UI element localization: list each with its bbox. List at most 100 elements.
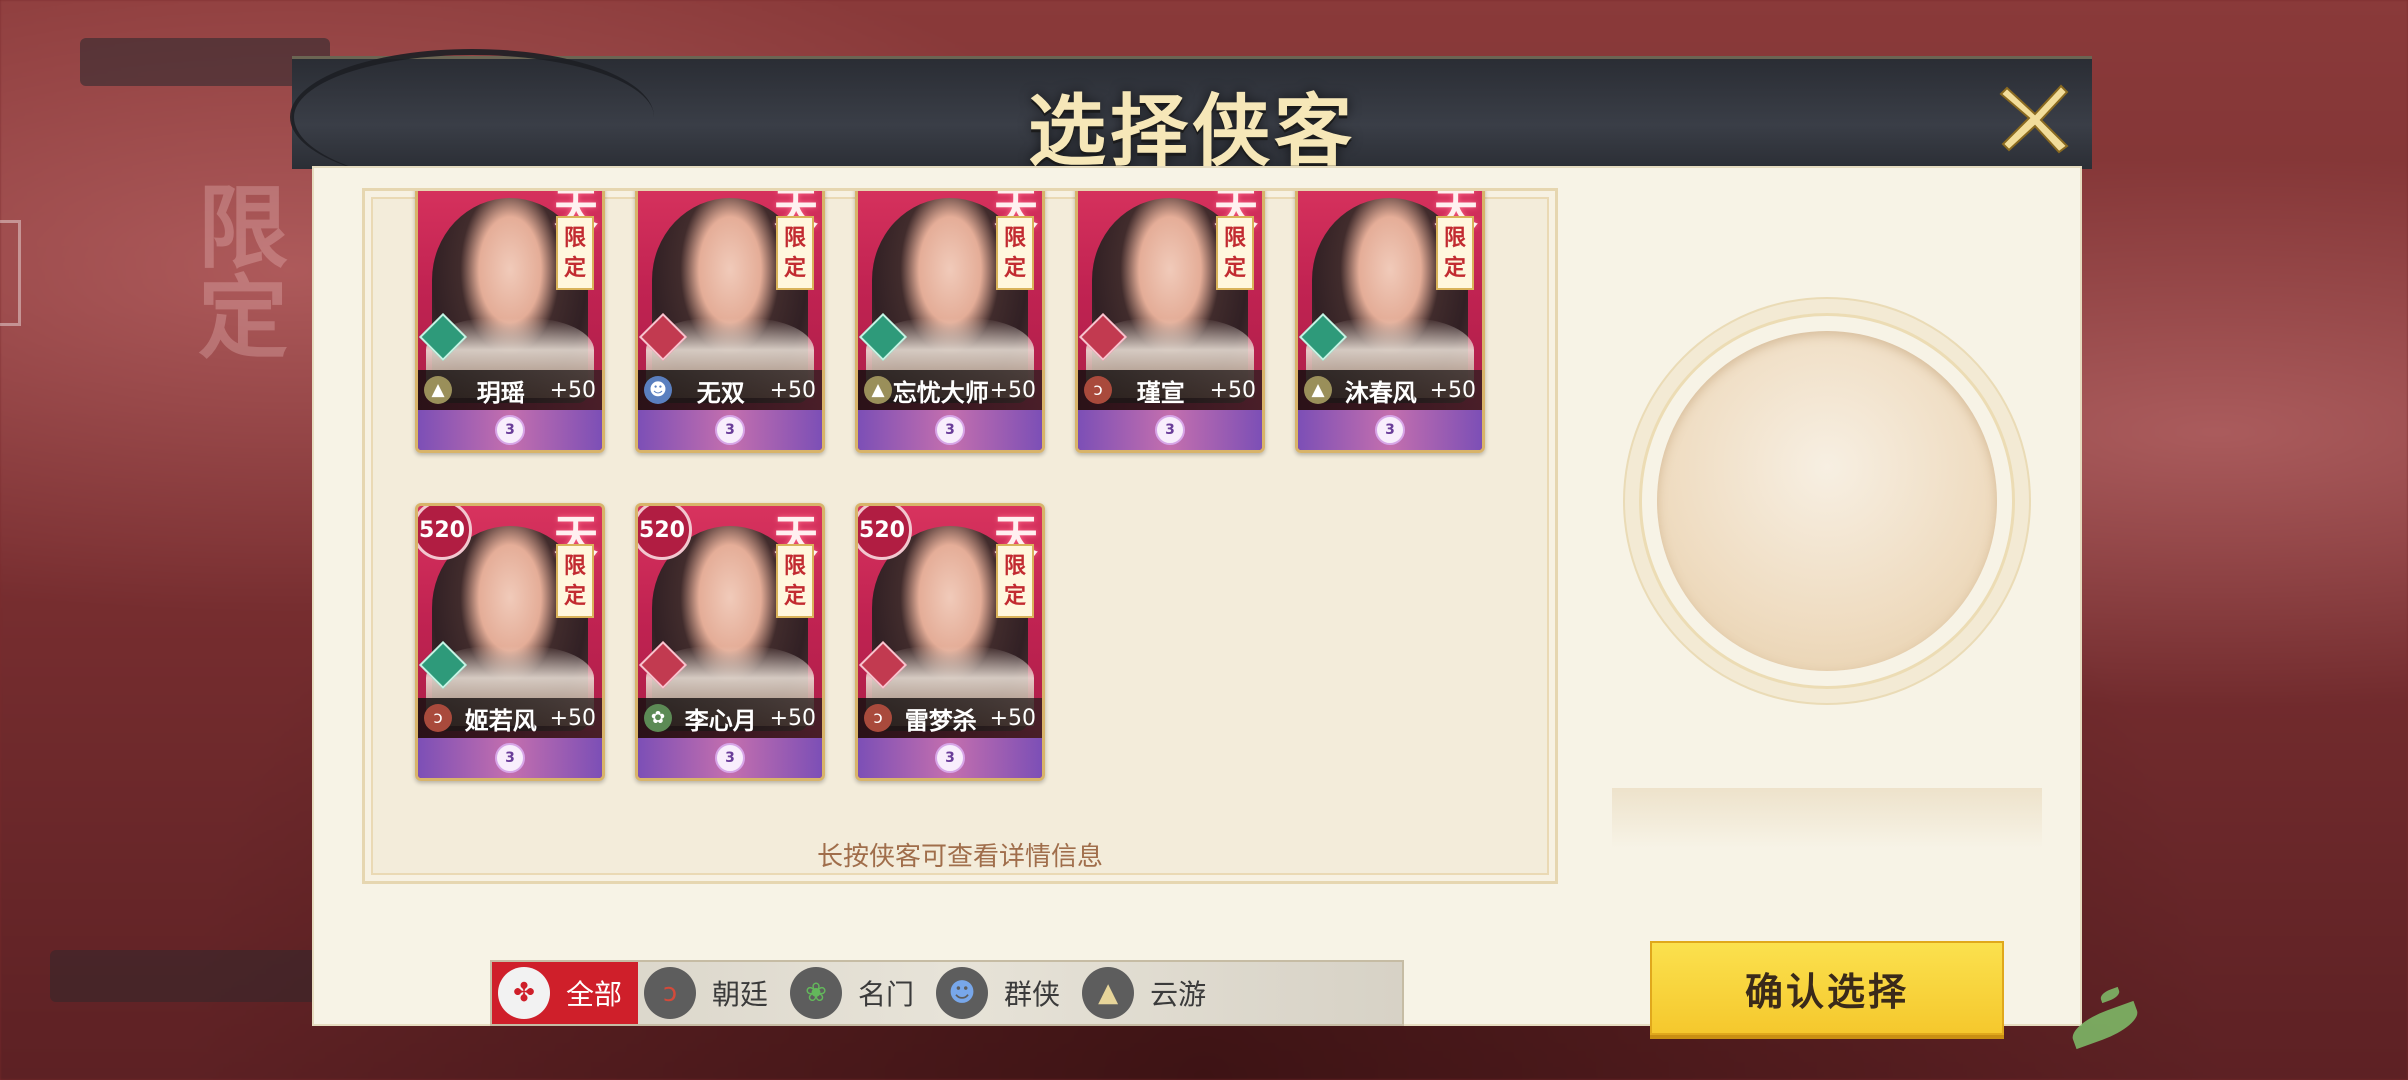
- star-count: 3: [495, 743, 525, 773]
- limited-badge: 限 定: [556, 544, 594, 618]
- faction-icon: ▲: [424, 376, 452, 404]
- limited-char: 限: [563, 553, 586, 579]
- star-count: 3: [495, 415, 525, 445]
- limited-badge: 限 定: [556, 216, 594, 290]
- hero-card[interactable]: 天 限 定 ▲ 忘忧大师 +50 3: [855, 191, 1045, 453]
- hero-card[interactable]: 天 限 定 ▲ 玥瑶 +50 3: [415, 191, 605, 453]
- faction-icon: ↄ: [424, 704, 452, 732]
- limited-char: 定: [563, 583, 586, 609]
- limited-char: 定: [1223, 255, 1246, 281]
- limited-char: 定: [1443, 255, 1466, 281]
- faction-icon: ✿: [644, 704, 672, 732]
- star-rank-bar: 3: [1078, 410, 1262, 450]
- background-decoration: 限定: [182, 180, 288, 360]
- hero-name: 沐春风: [1344, 378, 1417, 407]
- faction-icon: ▲: [864, 376, 892, 404]
- hero-list-panel[interactable]: 天 限 定 ▲ 玥瑶 +50 3 天 限 定 ☻ 无双 +50 3 天 限 定 …: [362, 188, 1558, 884]
- hero-card[interactable]: 天 限 定 ▲ 沐春风 +50 3: [1295, 191, 1485, 453]
- star-count: 3: [1155, 415, 1185, 445]
- hero-nameplate: ↄ 瑾宣 +50: [1078, 370, 1262, 410]
- star-rank-bar: 3: [638, 410, 822, 450]
- filter-label: 名门: [858, 978, 915, 1011]
- filter-tab-ming[interactable]: ❀ 名门: [784, 962, 930, 1024]
- hero-card[interactable]: 天 520 限 定 ✿ 李心月 +50 3: [635, 503, 825, 781]
- limited-char: 定: [783, 583, 806, 609]
- filter-tab-qun[interactable]: ☻ 群侠: [930, 962, 1076, 1024]
- background-panel: [50, 950, 330, 1002]
- preview-pedestal: [1612, 788, 2042, 848]
- hero-nameplate: ▲ 沐春风 +50: [1298, 370, 1482, 410]
- hero-grid: 天 限 定 ▲ 玥瑶 +50 3 天 限 定 ☻ 无双 +50 3 天 限 定 …: [365, 191, 1555, 881]
- hero-bonus: +50: [769, 705, 816, 731]
- limited-char: 定: [563, 255, 586, 281]
- hero-name: 瑾宣: [1136, 378, 1185, 407]
- faction-icon: ☻: [644, 376, 672, 404]
- star-rank-bar: 3: [418, 738, 602, 778]
- all-faction-icon: ✤: [498, 967, 550, 1019]
- faction-filter-bar: ✤ 全部 ↄ 朝廷 ❀ 名门 ☻ 群侠 ▲ 云游: [490, 960, 1404, 1026]
- filter-label: 全部: [566, 978, 623, 1011]
- dialog-body: 天 限 定 ▲ 玥瑶 +50 3 天 限 定 ☻ 无双 +50 3 天 限 定 …: [312, 166, 2082, 1035]
- star-count: 3: [715, 743, 745, 773]
- star-count: 3: [1375, 415, 1405, 445]
- hero-nameplate: ✿ 李心月 +50: [638, 698, 822, 738]
- dialog-header: 选择侠客: [290, 49, 2092, 185]
- dialog-title: 选择侠客: [1027, 86, 1356, 177]
- limited-badge: 限 定: [776, 544, 814, 618]
- filter-tab-all[interactable]: ✤ 全部: [492, 962, 639, 1024]
- hero-nameplate: ↄ 雷梦杀 +50: [858, 698, 1042, 738]
- sect-faction-icon: ❀: [790, 967, 843, 1019]
- close-button[interactable]: [1992, 75, 2078, 161]
- star-rank-bar: 3: [418, 410, 602, 450]
- faction-icon: ▲: [1304, 376, 1332, 404]
- hero-bonus: +50: [989, 377, 1036, 403]
- limited-char: 限: [783, 553, 806, 579]
- limited-char: 限: [1223, 225, 1246, 251]
- filter-tab-yun[interactable]: ▲ 云游: [1076, 962, 1222, 1024]
- star-rank-bar: 3: [638, 738, 822, 778]
- faction-icon: ↄ: [1084, 376, 1112, 404]
- filter-label: 云游: [1150, 978, 1207, 1011]
- background-hex-frame: [0, 220, 21, 326]
- star-count: 3: [715, 415, 745, 445]
- hero-name: 玥瑶: [476, 378, 525, 407]
- hero-nameplate: ↄ 姬若风 +50: [418, 698, 602, 738]
- hero-card[interactable]: 天 限 定 ↄ 瑾宣 +50 3: [1075, 191, 1265, 453]
- close-icon: [1999, 84, 2069, 154]
- hero-card[interactable]: 天 520 限 定 ↄ 姬若风 +50 3: [415, 503, 605, 781]
- hero-name: 姬若风: [464, 706, 537, 735]
- hero-bonus: +50: [989, 705, 1036, 731]
- limited-char: 定: [783, 255, 806, 281]
- court-faction-icon: ↄ: [644, 967, 697, 1019]
- limited-badge: 限 定: [996, 216, 1034, 290]
- hero-nameplate: ☻ 无双 +50: [638, 370, 822, 410]
- filter-tab-chao[interactable]: ↄ 朝廷: [638, 962, 784, 1024]
- confirm-select-button[interactable]: 确认选择: [1650, 941, 2004, 1035]
- star-rank-bar: 3: [1298, 410, 1482, 450]
- hero-bonus: +50: [549, 705, 596, 731]
- heroes-faction-icon: ☻: [936, 967, 989, 1019]
- hero-name: 忘忧大师: [892, 378, 989, 407]
- limited-char: 限: [783, 225, 806, 251]
- preview-ring: [1639, 313, 2015, 689]
- hero-bonus: +50: [1429, 377, 1476, 403]
- hero-name: 李心月: [684, 706, 757, 735]
- limited-badge: 限 定: [1216, 216, 1254, 290]
- hero-card[interactable]: 天 520 限 定 ↄ 雷梦杀 +50 3: [855, 503, 1045, 781]
- limited-badge: 限 定: [776, 216, 814, 290]
- selected-hero-preview: [1639, 313, 2015, 689]
- limited-char: 定: [1003, 583, 1026, 609]
- hero-card[interactable]: 天 限 定 ☻ 无双 +50 3: [635, 191, 825, 453]
- faction-icon: ↄ: [864, 704, 892, 732]
- long-press-hint: 长按侠客可查看详情信息: [816, 842, 1103, 872]
- star-rank-bar: 3: [858, 738, 1042, 778]
- hero-name: 无双: [696, 378, 745, 407]
- limited-char: 限: [1003, 553, 1026, 579]
- star-rank-bar: 3: [858, 410, 1042, 450]
- star-count: 3: [935, 415, 965, 445]
- hero-bonus: +50: [769, 377, 816, 403]
- limited-char: 限: [1443, 225, 1466, 251]
- wanderer-faction-icon: ▲: [1082, 967, 1135, 1019]
- hero-nameplate: ▲ 忘忧大师 +50: [858, 370, 1042, 410]
- hero-bonus: +50: [549, 377, 596, 403]
